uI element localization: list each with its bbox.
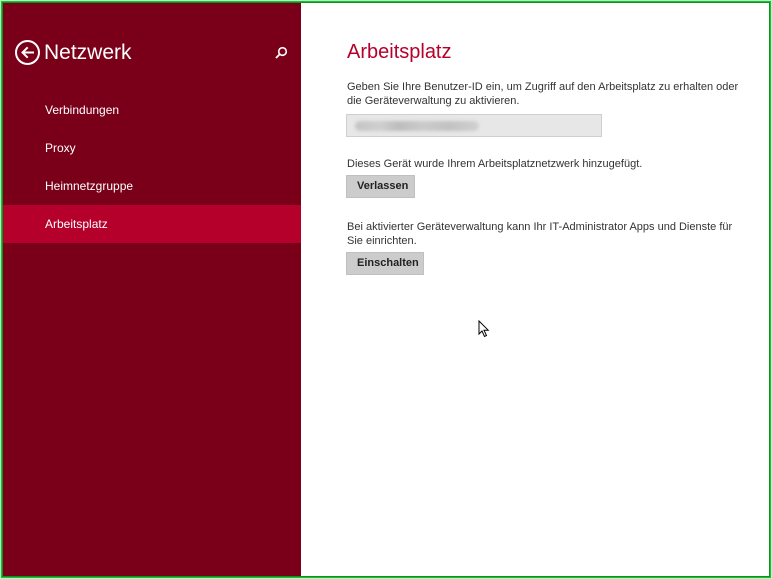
window-frame-highlight [0, 0, 772, 579]
